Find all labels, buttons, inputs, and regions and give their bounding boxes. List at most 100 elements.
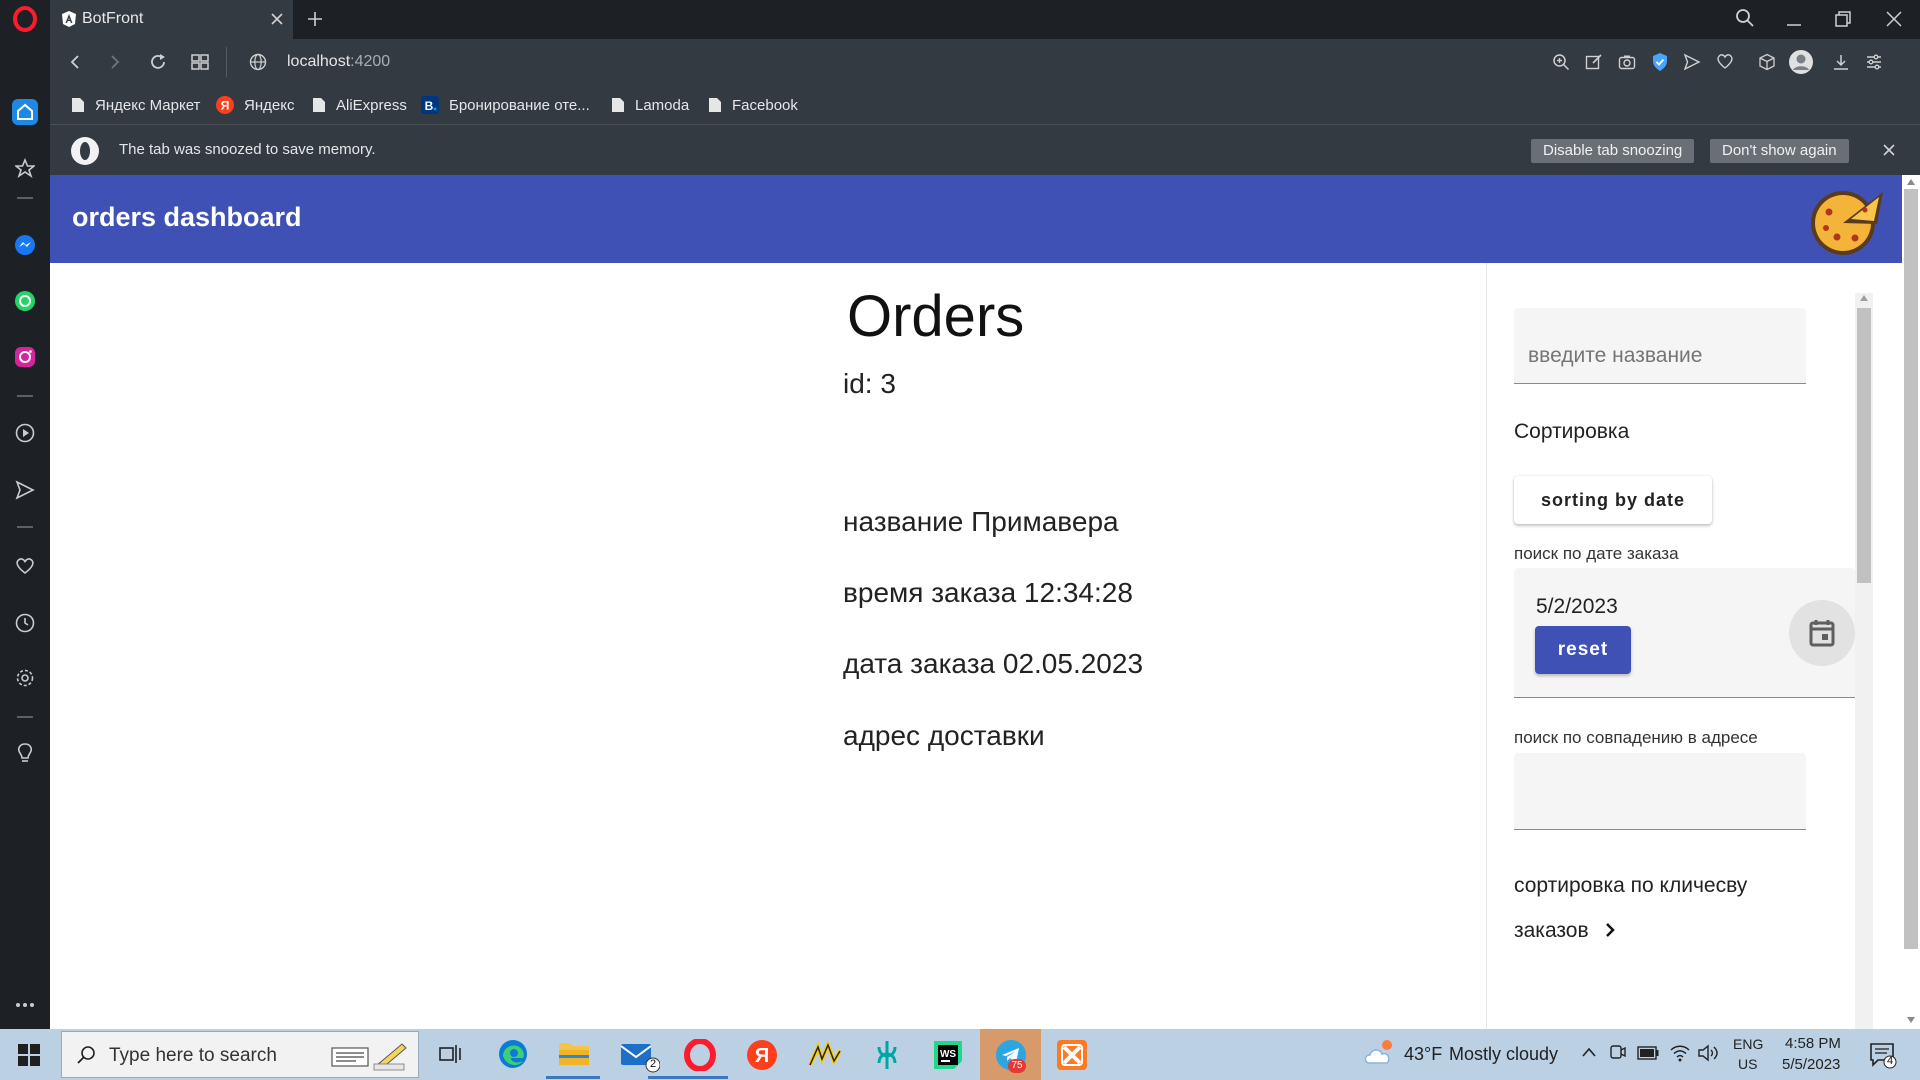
window-close-icon[interactable] bbox=[1885, 10, 1903, 28]
back-icon[interactable] bbox=[66, 53, 84, 71]
wifi-icon[interactable] bbox=[1670, 1044, 1690, 1062]
history-icon[interactable] bbox=[12, 610, 38, 636]
calendar-icon bbox=[1809, 620, 1835, 647]
downloads-icon[interactable] bbox=[1832, 53, 1850, 71]
yandex-browser-icon[interactable]: Я bbox=[746, 1039, 778, 1071]
date-search-field[interactable]: 5/2/2023 reset bbox=[1514, 568, 1855, 698]
order-name: название Примавера bbox=[843, 506, 1119, 537]
new-tab-icon[interactable] bbox=[306, 10, 324, 28]
bookmark-booking[interactable]: B Бронирование оте... bbox=[421, 86, 590, 124]
active-app-indicator bbox=[674, 1076, 728, 1079]
whatsapp-icon[interactable] bbox=[12, 288, 38, 314]
dont-show-again-button[interactable]: Don't show again bbox=[1710, 139, 1849, 163]
snooze-close-icon[interactable] bbox=[1882, 143, 1896, 157]
weather-cloud-icon[interactable] bbox=[1363, 1037, 1397, 1069]
mail-icon[interactable]: 2 bbox=[620, 1039, 660, 1073]
bookmark-yandex-market[interactable]: Яндекс Маркет bbox=[71, 86, 200, 124]
minimize-icon[interactable] bbox=[1785, 10, 1803, 28]
order-time: время заказа 12:34:28 bbox=[843, 577, 1133, 608]
windows-start-icon[interactable] bbox=[18, 1044, 40, 1066]
globe-icon[interactable] bbox=[249, 53, 267, 71]
meet-now-icon[interactable] bbox=[1608, 1044, 1626, 1064]
weather-temperature[interactable]: 43°F bbox=[1404, 1044, 1442, 1065]
send-to-flow-icon[interactable] bbox=[1683, 53, 1701, 71]
page-scrollbar-thumb[interactable] bbox=[1904, 189, 1918, 949]
bookmark-heart-icon[interactable] bbox=[1716, 53, 1734, 70]
forward-icon[interactable] bbox=[106, 53, 124, 71]
address-search-label: поиск по совпадению в адресе bbox=[1514, 728, 1758, 747]
easy-setup-icon[interactable] bbox=[1865, 53, 1883, 71]
yandex-music-icon[interactable] bbox=[808, 1041, 842, 1069]
notification-center-icon[interactable]: 4 bbox=[1869, 1041, 1897, 1069]
reload-icon[interactable] bbox=[148, 52, 168, 72]
language-indicator[interactable]: ENG bbox=[1733, 1036, 1763, 1052]
name-search-field[interactable] bbox=[1514, 308, 1806, 384]
player-icon[interactable] bbox=[12, 420, 38, 446]
edge-browser-icon[interactable] bbox=[497, 1038, 529, 1070]
task-view-icon[interactable] bbox=[439, 1043, 461, 1065]
edit-icon[interactable] bbox=[1585, 53, 1603, 71]
tab-botfront[interactable]: BotFront bbox=[50, 0, 293, 39]
bookmark-label: Яндекс Маркет bbox=[95, 96, 201, 114]
bookmark-yandex[interactable]: Я Яндекс bbox=[216, 86, 294, 124]
clock-date[interactable]: 5/5/2023 bbox=[1782, 1056, 1840, 1073]
app-teal-icon[interactable] bbox=[871, 1039, 903, 1071]
telegram-icon[interactable]: 75 bbox=[995, 1039, 1027, 1073]
taskbar-search-box[interactable]: Type here to search bbox=[61, 1031, 419, 1078]
file-explorer-icon[interactable] bbox=[558, 1039, 590, 1067]
date-input-value[interactable]: 5/2/2023 bbox=[1536, 595, 1618, 619]
clock-time[interactable]: 4:58 PM bbox=[1785, 1035, 1841, 1052]
weather-description[interactable]: Mostly cloudy bbox=[1449, 1044, 1558, 1065]
webstorm-icon[interactable]: WS bbox=[932, 1039, 964, 1071]
keyboard-layout[interactable]: US bbox=[1738, 1056, 1757, 1072]
extensions-cube-icon[interactable] bbox=[1758, 53, 1776, 71]
tab-close-icon[interactable] bbox=[270, 12, 284, 26]
zoom-icon[interactable] bbox=[1552, 53, 1570, 71]
instagram-icon[interactable] bbox=[12, 344, 38, 370]
more-options-icon[interactable] bbox=[12, 992, 38, 1018]
speed-dial-icon[interactable] bbox=[12, 155, 38, 181]
svg-text:Я: Я bbox=[755, 1045, 769, 1067]
page-scroll-up-icon[interactable] bbox=[1907, 179, 1915, 185]
snapshot-camera-icon[interactable] bbox=[1618, 53, 1636, 71]
opera-logo-icon[interactable] bbox=[12, 6, 38, 32]
reset-date-button[interactable]: reset bbox=[1535, 626, 1631, 674]
opera-o-icon bbox=[70, 136, 100, 166]
page-scrollbar-track[interactable] bbox=[1902, 175, 1920, 1029]
profile-avatar-icon[interactable] bbox=[1788, 49, 1814, 75]
tab-overview-icon[interactable] bbox=[191, 53, 209, 71]
search-tabs-icon[interactable] bbox=[1735, 8, 1755, 28]
xampp-icon[interactable] bbox=[1056, 1039, 1088, 1071]
messenger-icon[interactable] bbox=[12, 232, 38, 258]
bookmark-aliexpress[interactable]: AliExpress bbox=[312, 86, 407, 124]
url-field[interactable]: localhost:4200 bbox=[287, 53, 390, 71]
adblock-shield-icon[interactable] bbox=[1651, 52, 1669, 72]
send-icon[interactable] bbox=[12, 477, 38, 503]
bookmark-lamoda[interactable]: Lamoda bbox=[611, 86, 689, 124]
restore-icon[interactable] bbox=[1834, 10, 1852, 28]
home-icon[interactable] bbox=[12, 99, 38, 125]
name-search-input[interactable] bbox=[1514, 308, 1806, 383]
lightbulb-icon[interactable] bbox=[12, 741, 38, 767]
sort-by-date-button[interactable]: sorting by date bbox=[1514, 476, 1712, 524]
tray-chevron-up-icon[interactable] bbox=[1581, 1047, 1597, 1057]
address-search-field[interactable] bbox=[1514, 753, 1806, 830]
sort-by-count-link[interactable]: сортировка по кличесву заказов bbox=[1514, 863, 1804, 953]
page-scroll-down-icon[interactable] bbox=[1907, 1017, 1915, 1023]
pizza-logo-icon[interactable] bbox=[1807, 182, 1887, 258]
address-search-input[interactable] bbox=[1514, 753, 1806, 829]
disable-tab-snoozing-button[interactable]: Disable tab snoozing bbox=[1531, 139, 1695, 163]
panel-scrollbar-track[interactable] bbox=[1855, 293, 1873, 1029]
opera-taskbar-icon[interactable] bbox=[684, 1039, 716, 1071]
heart-icon[interactable] bbox=[12, 553, 38, 579]
battery-icon[interactable] bbox=[1637, 1046, 1659, 1060]
sidebar-divider bbox=[17, 526, 33, 528]
bookmark-label: Facebook bbox=[732, 96, 798, 114]
datepicker-toggle[interactable] bbox=[1789, 600, 1855, 666]
settings-gear-icon[interactable] bbox=[12, 665, 38, 691]
panel-scrollbar-thumb[interactable] bbox=[1857, 308, 1871, 583]
scroll-up-arrow-icon[interactable] bbox=[1860, 295, 1868, 301]
volume-icon[interactable] bbox=[1697, 1044, 1719, 1062]
bookmark-facebook[interactable]: Facebook bbox=[708, 86, 798, 124]
filter-panel: Сортировка sorting by date поиск по дате… bbox=[1486, 263, 1902, 1029]
